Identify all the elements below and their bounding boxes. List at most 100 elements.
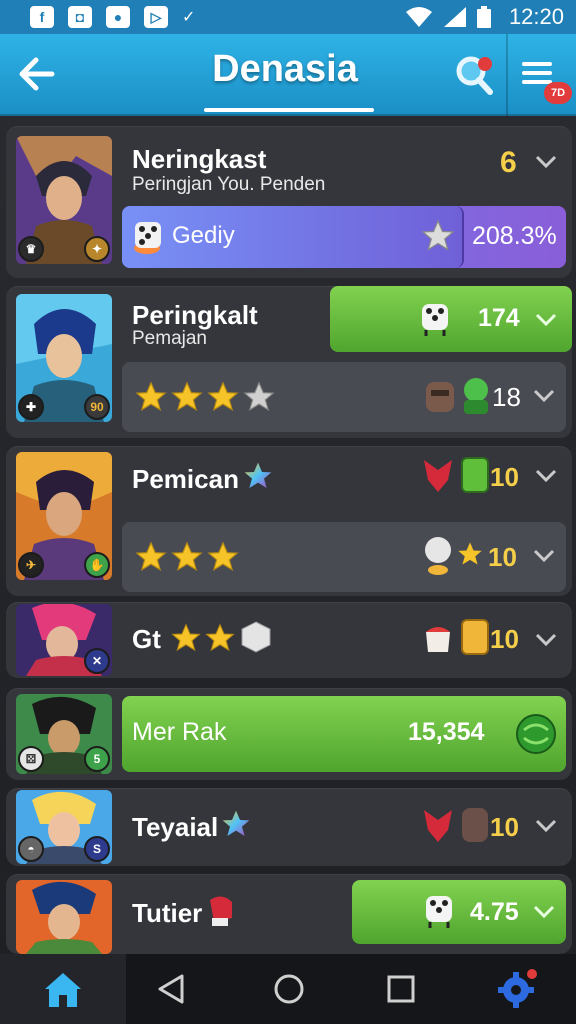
crossed-swords-icon: ✕ — [84, 648, 110, 674]
bird-icon: ✈ — [18, 552, 44, 578]
chevron-down-icon[interactable] — [532, 388, 556, 404]
triangle-back-icon — [158, 974, 184, 1004]
golem-icon — [462, 808, 488, 842]
title-underline — [204, 108, 374, 112]
score-bar: Mer Rak 15,354 — [122, 696, 566, 772]
player-name: Teyaial — [132, 812, 219, 842]
star-icon — [207, 381, 239, 411]
golem-icon — [426, 382, 454, 412]
player-value: 10 — [490, 812, 519, 842]
chevron-down-icon[interactable] — [532, 548, 556, 564]
chevron-down-icon — [533, 905, 555, 919]
star-icon — [421, 219, 455, 251]
player-card[interactable]: Tutier 4.75 — [6, 874, 572, 954]
recents-nav-button[interactable] — [380, 968, 422, 1010]
player-card[interactable]: ✕ Gt 10 — [6, 602, 572, 678]
rainbow-star-icon — [244, 462, 272, 488]
player-name: Mer Rak — [132, 718, 227, 746]
clock: 12:20 — [508, 4, 564, 29]
hand-icon: ✋ — [84, 552, 110, 578]
player-subtitle: Peringjan You. Penden — [132, 174, 326, 195]
barrel-icon — [461, 619, 489, 655]
dice-icon — [422, 304, 448, 336]
secondary-value: 10 — [488, 542, 517, 572]
page-title: Denasia — [212, 48, 358, 90]
bottom-nav — [0, 954, 576, 1024]
signal-icon — [443, 7, 466, 27]
settings-button[interactable] — [496, 968, 538, 1010]
back-button[interactable] — [14, 52, 58, 96]
home-button[interactable] — [0, 954, 126, 1024]
score-pill[interactable]: 174 — [330, 286, 572, 352]
barrel-icon — [461, 457, 489, 493]
dice-icon: ⚄ — [18, 746, 44, 772]
gear-icon — [498, 969, 537, 1008]
search-button[interactable] — [452, 52, 498, 98]
chevron-down-icon[interactable] — [534, 468, 558, 484]
ninja-icon: ✚ — [18, 394, 44, 420]
score-pill[interactable]: 4.75 — [352, 880, 566, 944]
star-icon — [135, 541, 167, 571]
app-bar: Denasia 7D — [0, 34, 576, 116]
avatar — [16, 880, 112, 954]
chevron-down-icon[interactable] — [534, 154, 558, 170]
player-name: Gt — [132, 624, 161, 654]
cube-icon — [241, 621, 271, 653]
avatar: ⚄ 5 — [16, 694, 112, 774]
back-nav-button[interactable] — [150, 968, 192, 1010]
arrow-left-icon — [19, 57, 55, 91]
bar-value: 208.3% — [472, 222, 557, 250]
appbar-divider — [506, 34, 508, 116]
check-icon: ✓ — [182, 9, 196, 26]
player-value: 10 — [490, 462, 519, 492]
player-card[interactable]: ✚ 90 Peringkalt Pemajan 174 18 — [6, 286, 572, 438]
avatar: ♛ ✦ — [16, 136, 112, 264]
notification-icons: f ◘ ● ▷ ✓ — [30, 6, 195, 28]
square-recents-icon — [387, 975, 415, 1003]
player-name: Peringkalt — [132, 300, 258, 330]
progress-bar: Gediy 208.3% — [122, 206, 566, 268]
star-icon — [171, 623, 201, 652]
demon-icon — [424, 460, 452, 492]
notification-badge: 7D — [544, 82, 572, 104]
player-card[interactable]: ✈ ✋ Pemican 10 10 — [6, 446, 572, 596]
player-name: Tutier — [132, 898, 203, 928]
player-card[interactable]: ◓ S Teyaial 10 — [6, 788, 572, 866]
player-subtitle: Pemajan — [132, 328, 207, 349]
rating-row: 10 — [122, 522, 566, 592]
pearl-icon — [425, 537, 451, 575]
wifi-icon — [405, 7, 432, 27]
chevron-down-icon[interactable] — [534, 818, 558, 834]
star-icon — [458, 542, 482, 565]
home-icon — [45, 973, 81, 1007]
rating-row: 18 — [122, 362, 566, 432]
search-icon — [456, 56, 493, 95]
player-card[interactable]: ♛ ✦ Neringkast Peringjan You. Penden 6 G… — [6, 126, 572, 278]
chevron-down-icon — [535, 313, 557, 327]
avatar: ✕ — [16, 604, 112, 676]
player-card[interactable]: ⚄ 5 Mer Rak 15,354 — [6, 688, 572, 780]
player-name: Pemican — [132, 464, 239, 494]
bar-value: 15,354 — [408, 718, 485, 746]
chevron-down-icon[interactable] — [534, 632, 558, 648]
avatar: ✈ ✋ — [16, 452, 112, 580]
star-icon — [135, 381, 167, 411]
star-icon — [205, 623, 235, 652]
app-root: f ◘ ● ▷ ✓ 12:20 Denasia 7D ♛ ✦ Neringkas… — [0, 0, 576, 1024]
helmet-icon: ◓ — [18, 836, 44, 862]
green-orb-icon — [516, 714, 556, 754]
dice-icon — [426, 896, 452, 928]
wing-icon: ✦ — [84, 236, 110, 262]
pokeball-icon: ● — [106, 6, 130, 28]
player-name: Neringkast — [132, 144, 267, 174]
star-icon — [171, 381, 203, 411]
play-icon: ▷ — [144, 6, 168, 28]
battery-icon — [476, 6, 491, 28]
avatar: ◓ S — [16, 790, 112, 864]
circle-home-icon — [274, 974, 304, 1004]
rainbow-star-icon — [222, 810, 250, 836]
level-icon: 5 — [84, 746, 110, 772]
player-value: 10 — [490, 624, 519, 654]
home-nav-button[interactable] — [268, 968, 310, 1010]
star-icon — [171, 541, 203, 571]
